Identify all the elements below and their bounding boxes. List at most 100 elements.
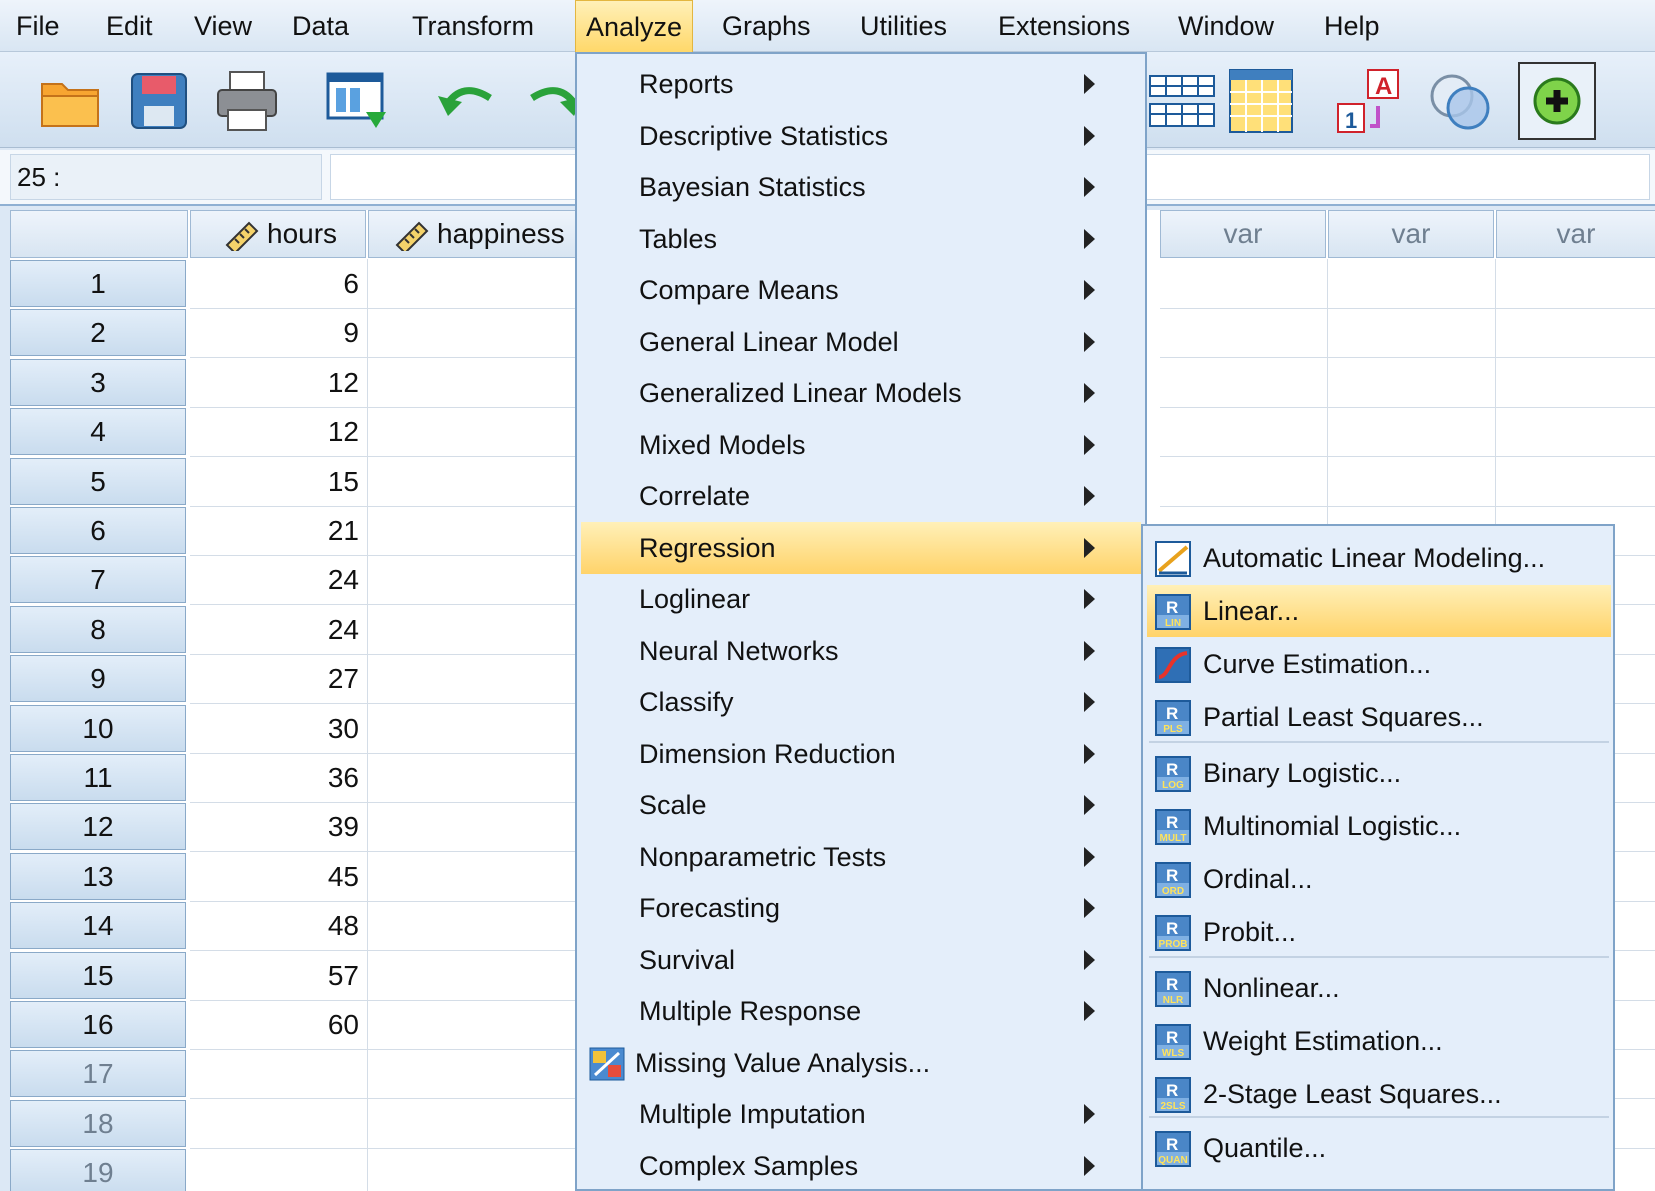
cell-var[interactable] xyxy=(1160,407,1328,458)
column-header-var[interactable]: var xyxy=(1328,210,1494,258)
menu-utilities[interactable]: Utilities xyxy=(850,0,957,52)
cell-hours[interactable]: 12 xyxy=(190,407,368,458)
row-header[interactable]: 16 xyxy=(10,1001,186,1048)
column-header-hours[interactable]: hours xyxy=(190,210,366,258)
cell-happiness[interactable]: 4 xyxy=(368,456,600,507)
cell-var[interactable] xyxy=(1496,259,1655,309)
menu-item-classify[interactable]: Classify xyxy=(581,676,1141,728)
cell-hours[interactable]: 9 xyxy=(190,308,368,359)
cell-hours[interactable] xyxy=(190,1049,368,1100)
cell-happiness[interactable]: 4 xyxy=(368,407,600,458)
menu-item-loglinear[interactable]: Loglinear xyxy=(581,573,1141,625)
menu-analyze[interactable]: Analyze xyxy=(575,0,694,52)
submenu-item-probit[interactable]: R PROB Probit... xyxy=(1147,906,1611,958)
row-header[interactable]: 17 xyxy=(10,1050,186,1098)
cell-var[interactable] xyxy=(1328,407,1496,458)
menu-edit[interactable]: Edit xyxy=(96,0,163,52)
cell-happiness[interactable] xyxy=(368,1049,600,1100)
cell-hours[interactable]: 57 xyxy=(190,950,368,1001)
submenu-item-partial-least-squares[interactable]: R PLS Partial Least Squares... xyxy=(1147,691,1611,743)
cell-var[interactable] xyxy=(1496,407,1655,458)
menu-item-descriptive-statistics[interactable]: Descriptive Statistics xyxy=(581,110,1141,162)
menu-data[interactable]: Data xyxy=(282,0,359,52)
print-icon[interactable] xyxy=(208,62,286,140)
row-header[interactable]: 13 xyxy=(10,852,186,900)
row-header[interactable]: 7 xyxy=(10,556,186,604)
row-header[interactable]: 3 xyxy=(10,358,186,406)
cell-happiness[interactable]: 7 xyxy=(368,802,600,853)
row-header[interactable]: 8 xyxy=(10,605,186,653)
cell-happiness[interactable]: 9 xyxy=(368,703,600,754)
cell-hours[interactable]: 48 xyxy=(190,901,368,952)
cell-hours[interactable]: 27 xyxy=(190,654,368,705)
row-header[interactable]: 2 xyxy=(10,309,186,357)
menu-item-multiple-imputation[interactable]: Multiple Imputation xyxy=(581,1088,1141,1140)
menu-item-correlate[interactable]: Correlate xyxy=(581,470,1141,522)
row-header[interactable]: 1 xyxy=(10,260,186,307)
row-header[interactable]: 11 xyxy=(10,754,186,801)
cell-hours[interactable]: 60 xyxy=(190,1000,368,1050)
cell-var[interactable] xyxy=(1496,358,1655,408)
cell-happiness[interactable]: 7 xyxy=(368,506,600,556)
column-header-happiness[interactable]: happiness xyxy=(368,210,600,258)
menu-item-reports[interactable]: Reports xyxy=(581,58,1141,110)
menu-extensions[interactable]: Extensions xyxy=(988,0,1140,52)
recall-dialog-icon[interactable] xyxy=(318,62,396,140)
menu-item-survival[interactable]: Survival xyxy=(581,934,1141,986)
menu-item-general-linear-model[interactable]: General Linear Model xyxy=(581,316,1141,368)
menu-item-neural-networks[interactable]: Neural Networks xyxy=(581,625,1141,677)
column-header-var[interactable]: var xyxy=(1496,210,1655,258)
cell-var[interactable] xyxy=(1160,357,1328,408)
row-header[interactable]: 19 xyxy=(10,1149,186,1191)
cell-var[interactable] xyxy=(1496,308,1655,359)
cell-var[interactable] xyxy=(1496,457,1655,507)
cell-happiness[interactable]: 3 xyxy=(368,950,600,1001)
column-header-var[interactable]: var xyxy=(1160,210,1326,258)
value-labels-icon[interactable]: A1 xyxy=(1330,62,1408,140)
row-header[interactable]: 10 xyxy=(10,704,186,752)
cell-var[interactable] xyxy=(1328,456,1496,507)
submenu-item-nonlinear[interactable]: R NLR Nonlinear... xyxy=(1147,962,1611,1014)
row-header[interactable]: 12 xyxy=(10,803,186,851)
menu-item-scale[interactable]: Scale xyxy=(581,779,1141,831)
row-header[interactable]: 18 xyxy=(10,1099,186,1147)
cell-var[interactable] xyxy=(1328,259,1496,309)
cell-happiness[interactable]: 9 xyxy=(368,555,600,606)
submenu-item-ordinal[interactable]: R ORD Ordinal... xyxy=(1147,853,1611,905)
cell-var[interactable] xyxy=(1160,259,1328,309)
cell-hours[interactable]: 36 xyxy=(190,753,368,803)
menu-file[interactable]: File xyxy=(6,0,70,52)
cell-hours[interactable] xyxy=(190,1148,368,1191)
use-sets-icon[interactable] xyxy=(1422,62,1500,140)
menu-item-bayesian-statistics[interactable]: Bayesian Statistics xyxy=(581,161,1141,213)
menu-window[interactable]: Window xyxy=(1168,0,1284,52)
cell-happiness[interactable]: 1 xyxy=(368,259,600,309)
cell-hours[interactable]: 12 xyxy=(190,357,368,408)
cell-happiness[interactable]: 6 xyxy=(368,851,600,902)
cell-var[interactable] xyxy=(1328,357,1496,408)
submenu-item-linear[interactable]: R LIN Linear... xyxy=(1147,585,1611,637)
row-header[interactable]: 15 xyxy=(10,951,186,999)
menu-item-generalized-linear-models[interactable]: Generalized Linear Models xyxy=(581,367,1141,419)
cell-hours[interactable]: 24 xyxy=(190,555,368,606)
cell-hours[interactable]: 39 xyxy=(190,802,368,853)
save-icon[interactable] xyxy=(120,62,198,140)
cell-happiness[interactable] xyxy=(368,1098,600,1149)
submenu-item-automatic-linear-modeling[interactable]: Automatic Linear Modeling... xyxy=(1147,532,1611,584)
cell-hours[interactable]: 24 xyxy=(190,604,368,655)
open-folder-icon[interactable] xyxy=(32,62,110,140)
cell-hours[interactable]: 6 xyxy=(190,259,368,309)
submenu-item-quantile[interactable]: R QUAN Quantile... xyxy=(1147,1122,1611,1174)
cell-var[interactable] xyxy=(1160,308,1328,359)
cell-hours[interactable] xyxy=(190,1098,368,1149)
cell-hours[interactable]: 30 xyxy=(190,703,368,754)
undo-icon[interactable] xyxy=(428,62,506,140)
submenu-item-2-stage-least-squares[interactable]: R 2SLS 2-Stage Least Squares... xyxy=(1147,1068,1611,1120)
row-header[interactable]: 5 xyxy=(10,457,186,505)
cell-happiness[interactable]: 8 xyxy=(368,753,600,803)
menu-help[interactable]: Help xyxy=(1314,0,1390,52)
select-cases-icon[interactable] xyxy=(1222,62,1300,140)
row-header[interactable]: 14 xyxy=(10,902,186,950)
cell-var[interactable] xyxy=(1328,308,1496,359)
menu-item-multiple-response[interactable]: Multiple Response xyxy=(581,985,1141,1037)
